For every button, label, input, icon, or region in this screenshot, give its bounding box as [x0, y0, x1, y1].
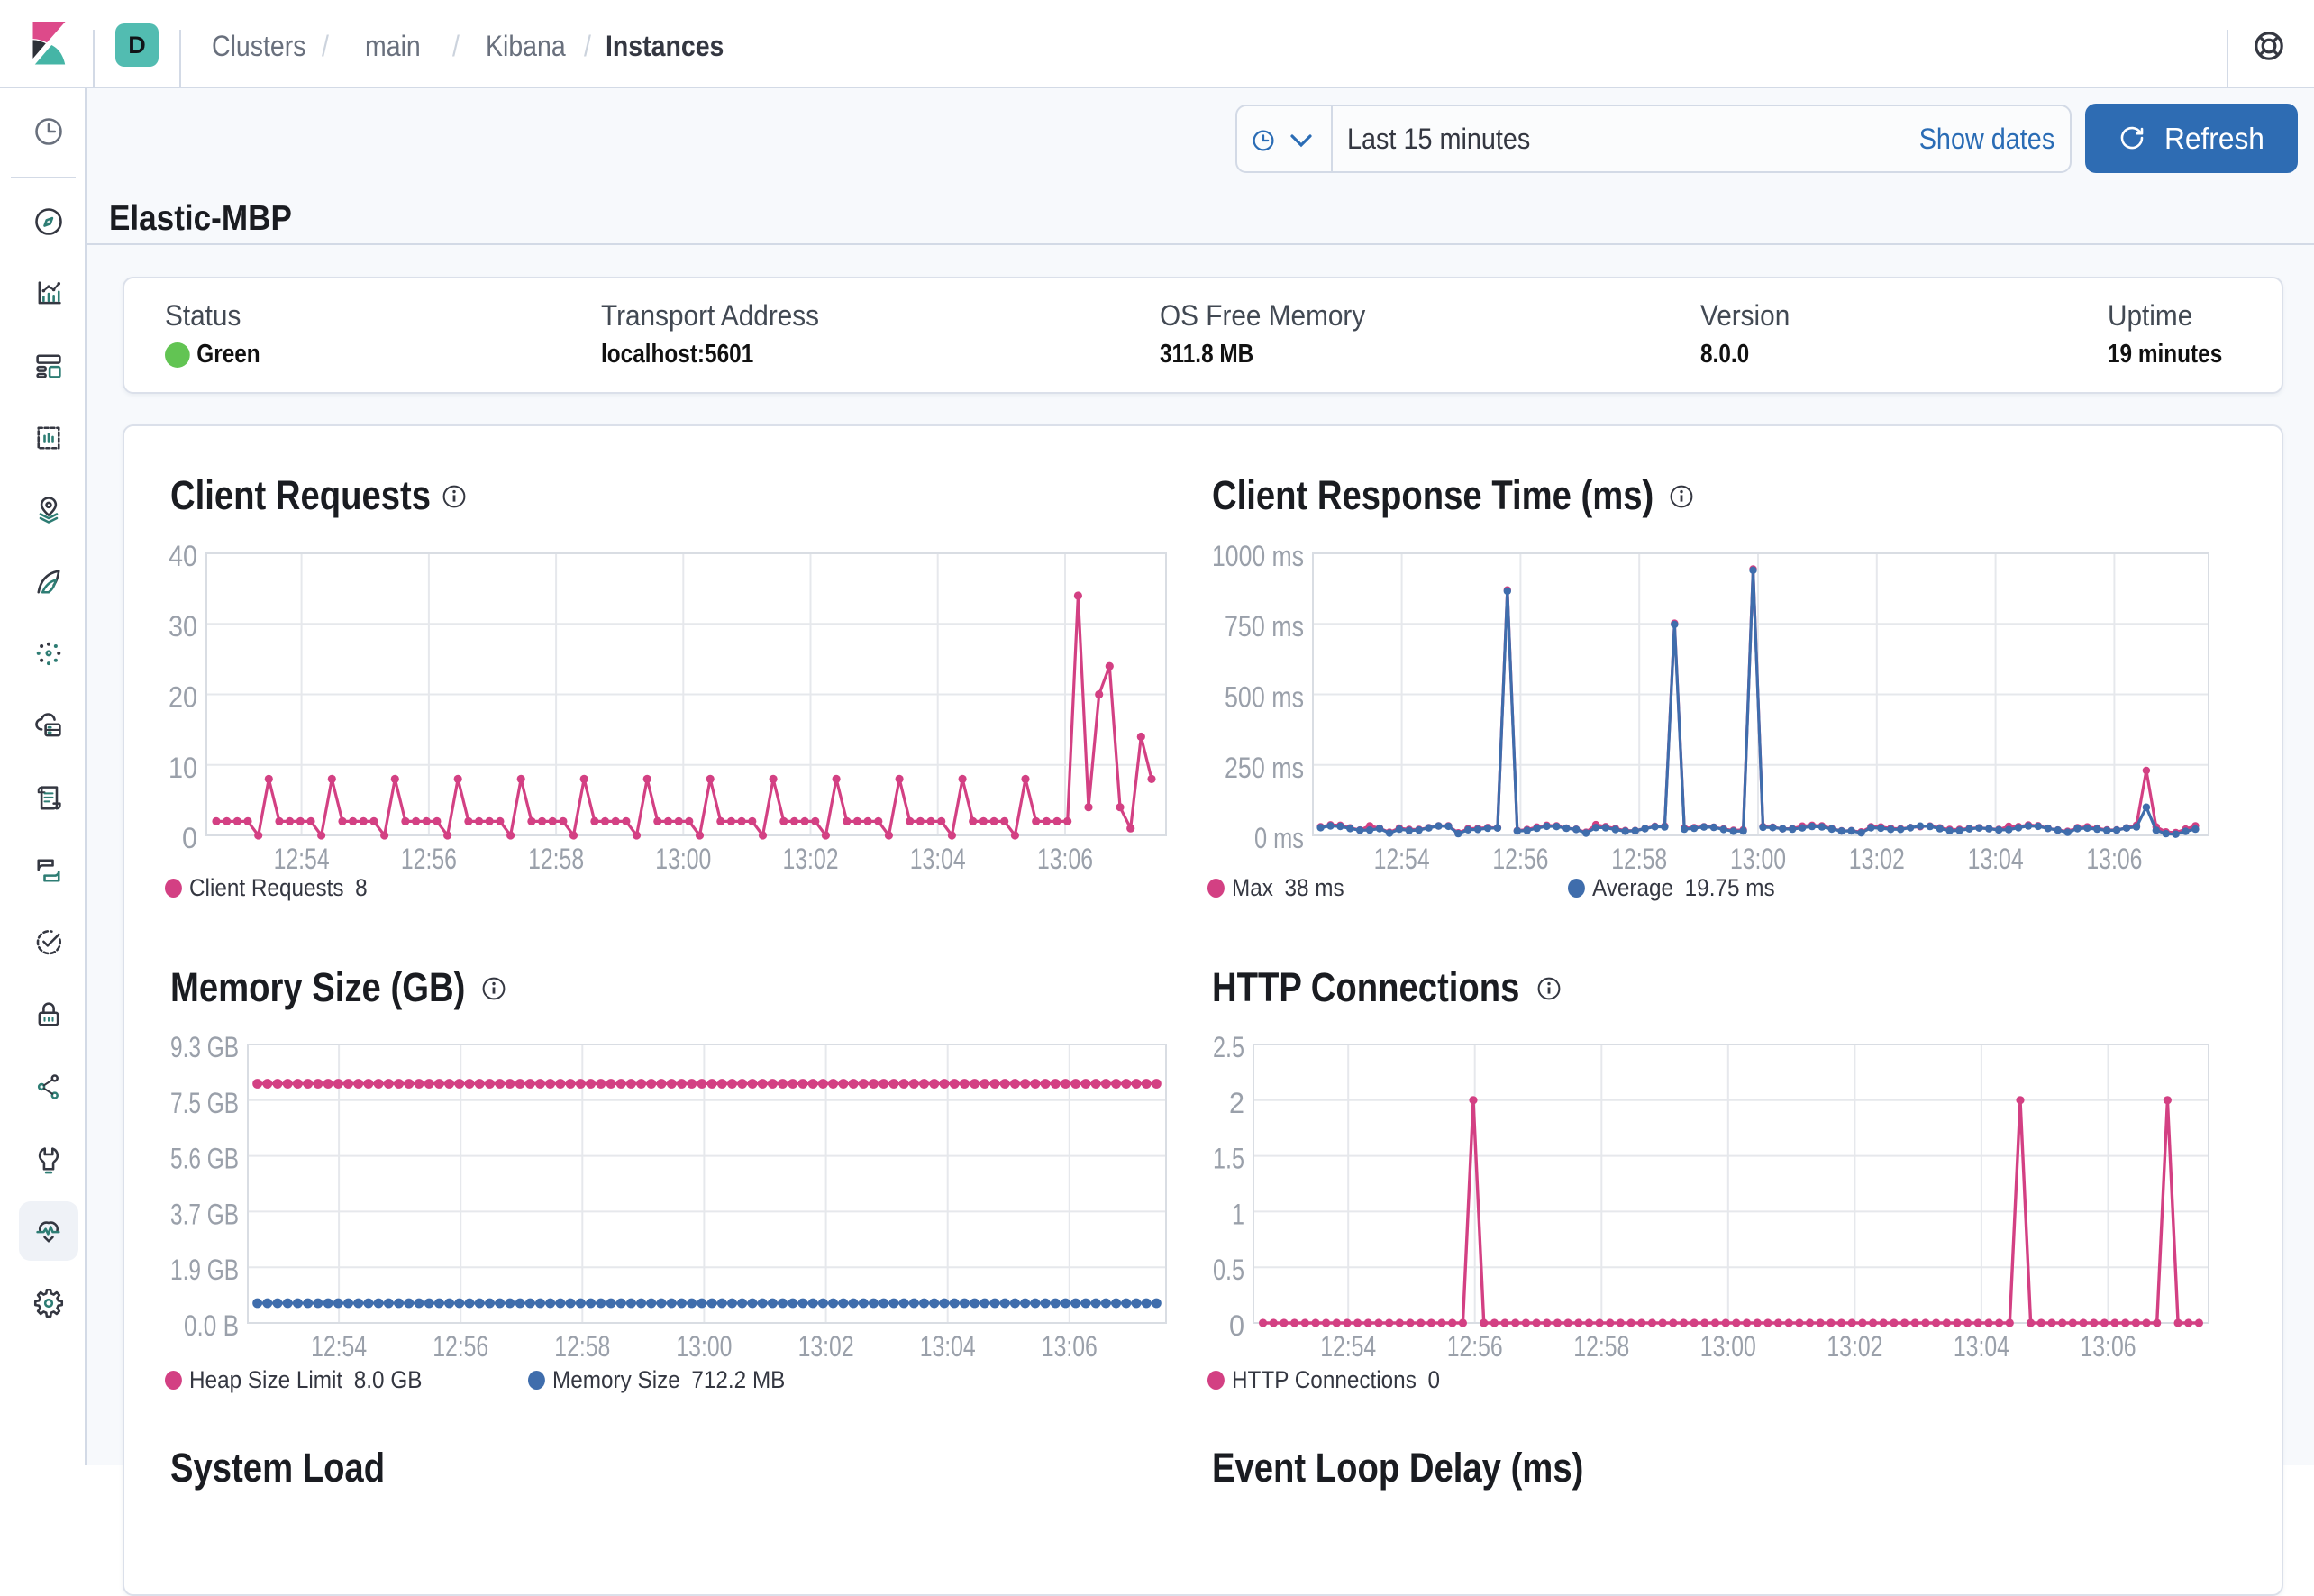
svg-text:250 ms: 250 ms	[1225, 752, 1304, 784]
svg-text:12:58: 12:58	[528, 843, 584, 875]
svg-text:2: 2	[1229, 1087, 1244, 1119]
svg-text:12:54: 12:54	[1374, 843, 1430, 875]
svg-text:12:58: 12:58	[1611, 843, 1667, 875]
svg-text:12:56: 12:56	[401, 843, 457, 875]
svg-text:10: 10	[169, 752, 197, 784]
svg-text:13:06: 13:06	[2081, 1330, 2136, 1363]
svg-text:12:56: 12:56	[1492, 843, 1548, 875]
svg-text:13:06: 13:06	[1037, 843, 1093, 875]
svg-text:13:06: 13:06	[2086, 843, 2142, 875]
svg-text:12:54: 12:54	[311, 1330, 367, 1363]
svg-text:0.0 B: 0.0 B	[184, 1309, 239, 1342]
svg-text:30: 30	[169, 610, 197, 643]
svg-text:0: 0	[182, 822, 197, 854]
svg-text:13:00: 13:00	[1730, 843, 1786, 875]
svg-text:12:56: 12:56	[433, 1330, 488, 1363]
svg-text:750 ms: 750 ms	[1225, 610, 1304, 643]
svg-text:500 ms: 500 ms	[1225, 681, 1304, 714]
svg-text:13:04: 13:04	[920, 1330, 976, 1363]
svg-text:9.3 GB: 9.3 GB	[170, 1031, 239, 1063]
svg-text:7.5 GB: 7.5 GB	[170, 1087, 239, 1119]
svg-text:1000 ms: 1000 ms	[1212, 540, 1304, 572]
svg-text:5.6 GB: 5.6 GB	[170, 1143, 239, 1175]
svg-text:40: 40	[169, 540, 197, 572]
svg-text:12:58: 12:58	[554, 1330, 610, 1363]
svg-text:0 ms: 0 ms	[1254, 822, 1304, 854]
svg-text:2.5: 2.5	[1213, 1031, 1244, 1063]
svg-text:13:00: 13:00	[1700, 1330, 1756, 1363]
svg-text:13:06: 13:06	[1042, 1330, 1098, 1363]
svg-text:13:04: 13:04	[910, 843, 966, 875]
svg-text:12:54: 12:54	[1320, 1330, 1376, 1363]
svg-text:1.9 GB: 1.9 GB	[170, 1254, 239, 1286]
svg-text:12:56: 12:56	[1447, 1330, 1503, 1363]
svg-text:13:02: 13:02	[783, 843, 839, 875]
svg-text:1.5: 1.5	[1213, 1143, 1244, 1175]
svg-text:12:58: 12:58	[1573, 1330, 1629, 1363]
svg-text:13:02: 13:02	[1849, 843, 1905, 875]
svg-text:12:54: 12:54	[274, 843, 330, 875]
svg-text:13:02: 13:02	[1827, 1330, 1882, 1363]
svg-text:3.7 GB: 3.7 GB	[170, 1198, 239, 1230]
svg-text:13:00: 13:00	[676, 1330, 732, 1363]
svg-text:20: 20	[169, 681, 197, 714]
svg-text:13:00: 13:00	[655, 843, 711, 875]
svg-text:13:04: 13:04	[1968, 843, 2024, 875]
svg-text:13:02: 13:02	[798, 1330, 854, 1363]
svg-text:1: 1	[1232, 1198, 1244, 1230]
svg-text:0.5: 0.5	[1213, 1254, 1244, 1286]
svg-text:13:04: 13:04	[1954, 1330, 2009, 1363]
svg-text:0: 0	[1229, 1309, 1244, 1342]
